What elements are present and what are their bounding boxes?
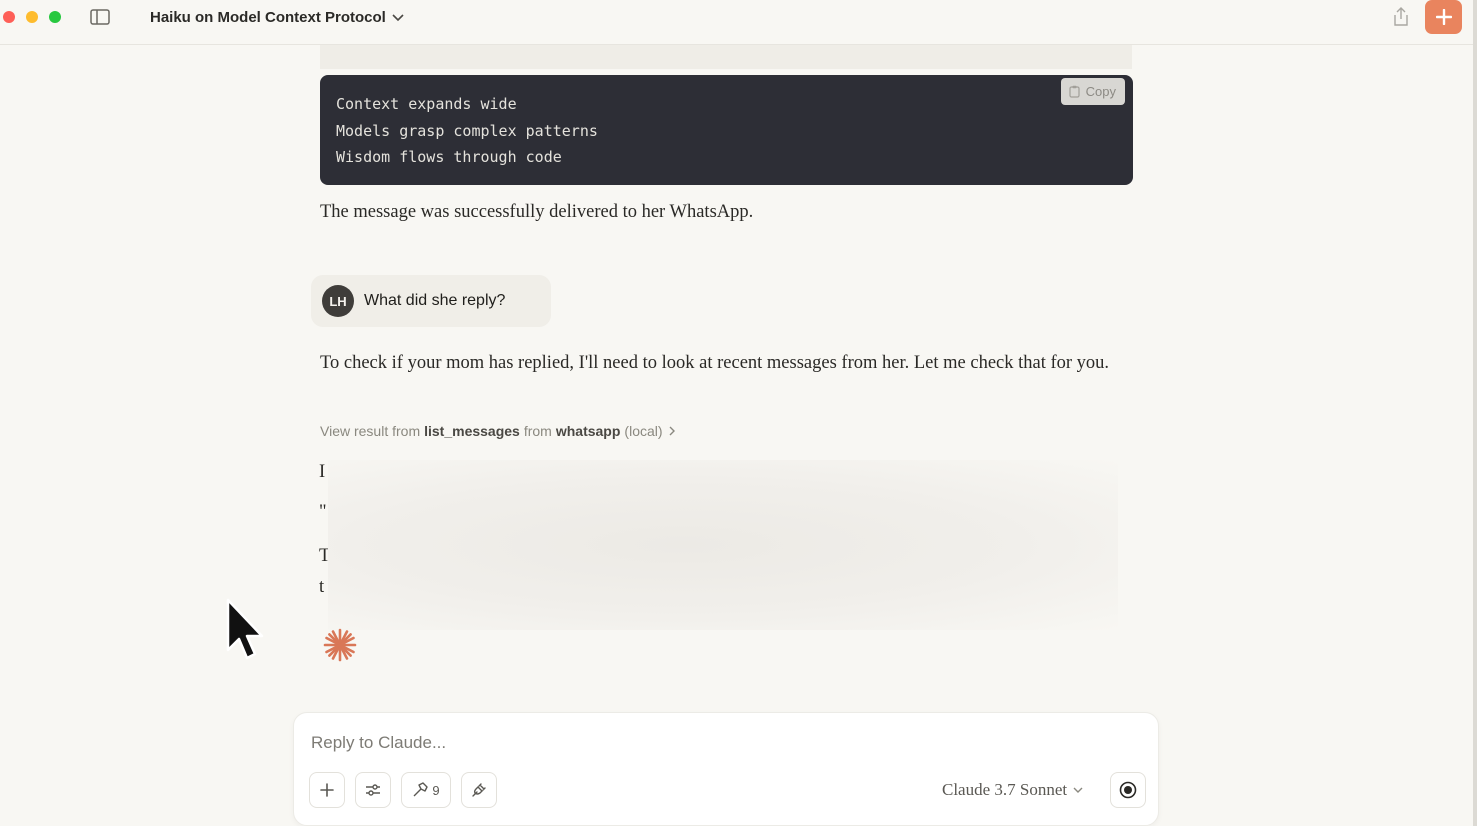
copy-button-label: Copy	[1085, 84, 1116, 99]
voice-mode-button[interactable]	[1110, 772, 1146, 808]
minimize-window-button[interactable]	[26, 11, 38, 23]
sidebar-toggle-icon[interactable]	[90, 9, 110, 25]
partial-text: I	[319, 462, 326, 482]
streaming-response-fade	[328, 460, 1118, 630]
assistant-message: The message was successfully delivered t…	[320, 202, 754, 222]
title-bar: Haiku on Model Context Protocol	[0, 0, 1477, 45]
new-chat-button[interactable]	[1425, 0, 1462, 34]
tool-name: list_messages	[424, 423, 520, 439]
model-selector[interactable]: Claude 3.7 Sonnet	[942, 780, 1083, 800]
copy-button[interactable]: Copy	[1060, 78, 1125, 105]
user-message: LH What did she reply?	[311, 275, 551, 327]
tool-result-suffix: (local)	[624, 423, 663, 439]
clipboard-icon	[1069, 85, 1080, 98]
avatar: LH	[322, 285, 354, 317]
code-line: Models grasp complex patterns	[336, 121, 598, 140]
conversation-title[interactable]: Haiku on Model Context Protocol	[150, 9, 404, 26]
maximize-window-button[interactable]	[49, 11, 61, 23]
code-line: Context expands wide	[336, 95, 517, 113]
close-window-button[interactable]	[3, 11, 15, 23]
sliders-icon	[366, 784, 380, 796]
plug-icon	[472, 783, 486, 797]
plus-icon	[1435, 9, 1452, 25]
record-icon	[1119, 781, 1137, 799]
partial-text: "	[319, 502, 327, 522]
tools-button[interactable]: 9	[401, 772, 451, 808]
message-composer: 9 Claude 3.7 Sonnet	[293, 712, 1159, 826]
view-tool-result-link[interactable]: View result from list_messages from what…	[320, 423, 677, 439]
reply-input[interactable]	[309, 729, 913, 757]
previous-content-fade	[320, 45, 1132, 69]
tools-count: 9	[432, 782, 440, 798]
code-block: Context expands wide Models grasp comple…	[320, 75, 1133, 185]
share-icon[interactable]	[1391, 6, 1411, 28]
attach-button[interactable]	[309, 772, 345, 808]
hammer-icon	[413, 782, 429, 797]
chevron-down-icon	[392, 13, 404, 21]
chevron-right-icon	[669, 426, 675, 436]
model-name: Claude 3.7 Sonnet	[942, 780, 1068, 799]
plus-icon	[320, 783, 334, 797]
mouse-cursor-icon	[226, 598, 264, 660]
assistant-message: To check if your mom has replied, I'll n…	[320, 353, 1110, 373]
code-line: Wisdom flows through code	[336, 148, 562, 166]
conversation-title-text: Haiku on Model Context Protocol	[150, 9, 386, 26]
server-name: whatsapp	[555, 423, 621, 439]
window-edge	[1473, 0, 1477, 826]
settings-button[interactable]	[355, 772, 391, 808]
user-message-text: What did she reply?	[364, 292, 506, 309]
partial-text: t	[319, 577, 325, 597]
tool-result-prefix: View result from	[320, 423, 421, 439]
claude-spark-icon	[323, 628, 357, 662]
integrations-button[interactable]	[461, 772, 497, 808]
chevron-down-icon	[1073, 787, 1083, 793]
tool-result-middle: from	[523, 423, 552, 439]
